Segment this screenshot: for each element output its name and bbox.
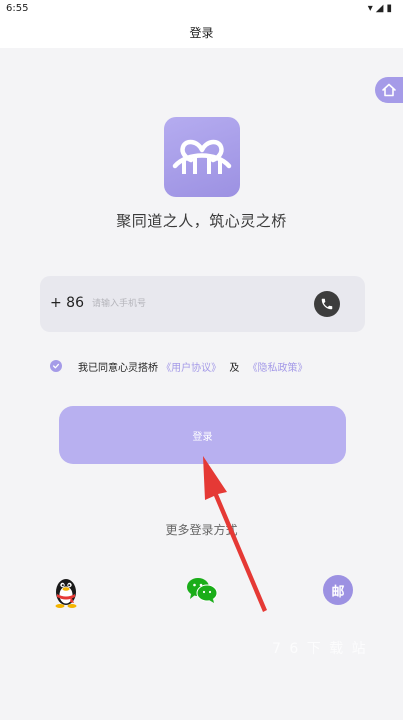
- status-icons: ▾◢▮: [367, 3, 395, 14]
- phone-input-box[interactable]: + 86: [40, 276, 365, 332]
- qq-login-button[interactable]: [51, 573, 81, 609]
- app-logo: [164, 117, 240, 197]
- agreement-and: 及: [229, 363, 240, 374]
- red-arrow-annotation: [203, 456, 267, 612]
- agreement-text: 我已同意心灵搭桥 《用户协议》 及 《隐私政策》: [78, 359, 308, 374]
- home-button[interactable]: [375, 77, 403, 103]
- status-time: 6:55: [6, 3, 29, 14]
- qq-icon: [55, 579, 77, 608]
- user-agreement-link[interactable]: 《用户协议》: [161, 363, 221, 374]
- call-button[interactable]: [314, 291, 340, 317]
- agreement-prefix: 我已同意心灵搭桥: [78, 363, 158, 374]
- phone-icon: [321, 298, 333, 310]
- privacy-policy-link[interactable]: 《隐私政策》: [248, 363, 308, 374]
- top-bar: 登录: [0, 20, 403, 48]
- home-icon: [382, 83, 396, 97]
- email-login-button[interactable]: 邮: [323, 575, 353, 605]
- heart-bridge-icon: [172, 139, 232, 174]
- check-icon: [52, 363, 60, 369]
- watermark: 7 6 下 载 站: [272, 641, 368, 657]
- page-title: 登录: [189, 26, 214, 40]
- slogan: 聚同道之人，筑心灵之桥: [116, 212, 287, 230]
- email-icon: 邮: [331, 584, 345, 600]
- country-code[interactable]: + 86: [50, 295, 84, 311]
- phone-number-input[interactable]: [92, 294, 302, 314]
- agreement-checkbox[interactable]: [50, 360, 62, 372]
- status-bar: 6:55 ▾◢▮: [0, 0, 403, 20]
